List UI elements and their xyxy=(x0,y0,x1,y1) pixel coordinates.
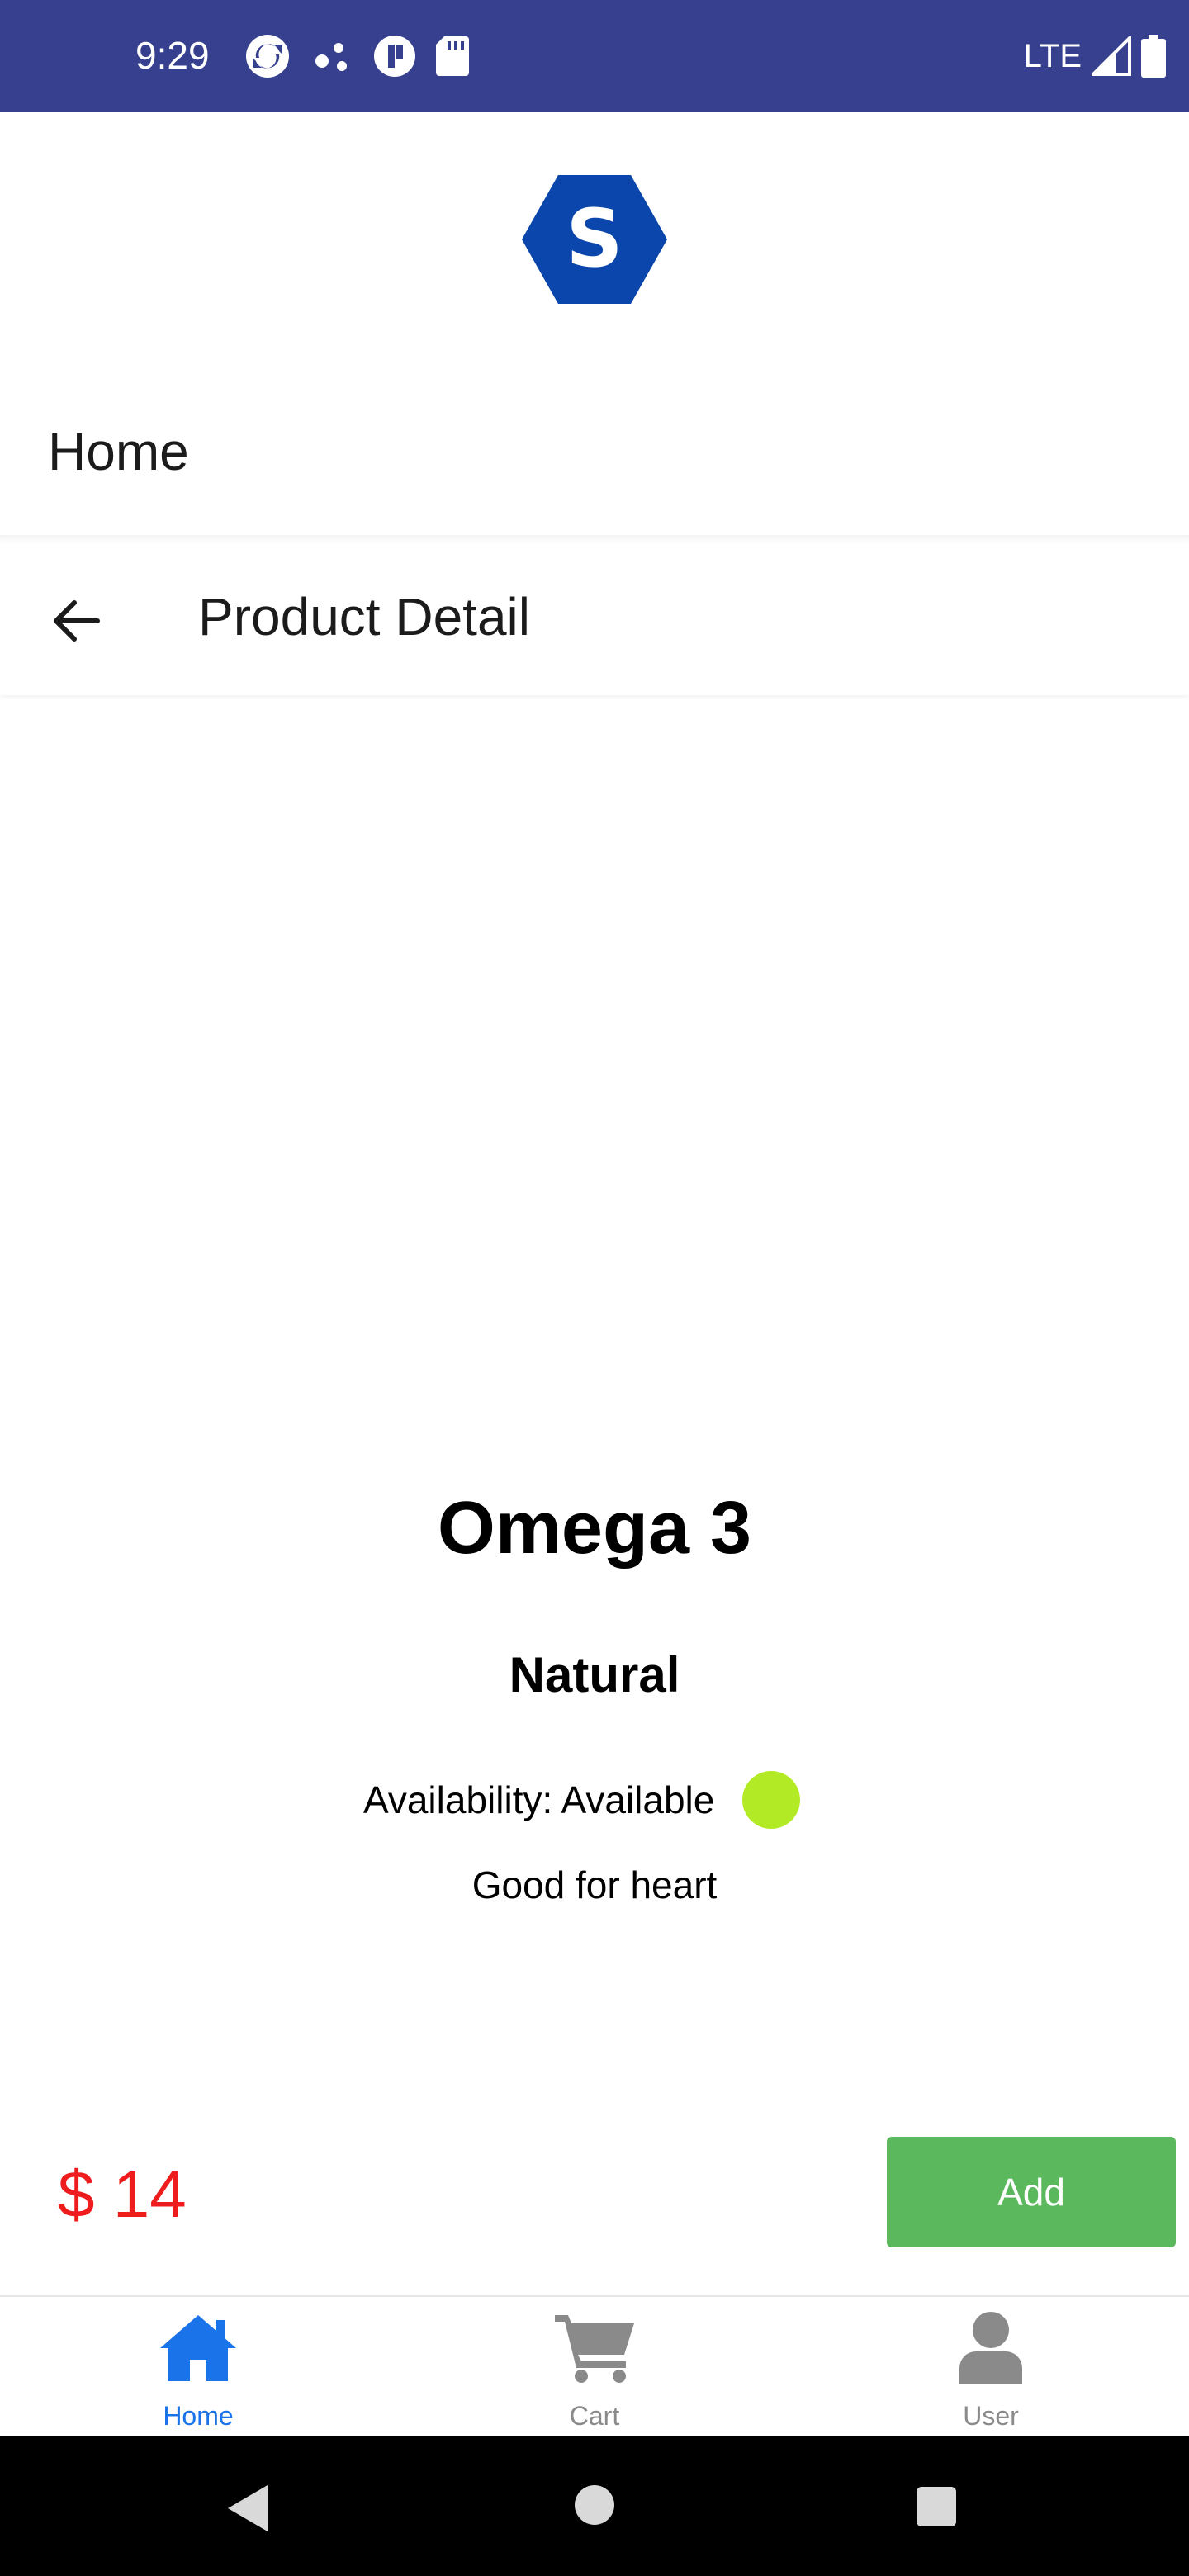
navbar-title: Product Detail xyxy=(198,587,530,646)
bottom-tab-bar: Home Cart User xyxy=(0,2295,1189,2437)
status-notification-icons xyxy=(244,33,469,79)
battery-icon xyxy=(1141,35,1166,78)
availability-status-dot xyxy=(742,1771,801,1829)
recents-square-icon[interactable] xyxy=(917,2487,956,2526)
network-type: LTE xyxy=(1023,37,1082,74)
back-button[interactable] xyxy=(46,590,109,652)
product-description: Good for heart xyxy=(471,1863,718,1906)
cart-icon xyxy=(555,2315,634,2383)
product-price: $ 14 xyxy=(58,2157,187,2231)
logo-letter: S xyxy=(566,192,623,285)
home-circle-icon[interactable] xyxy=(575,2485,614,2525)
tab-cart-label: Cart xyxy=(569,2401,620,2431)
status-system-icons: LTE xyxy=(1024,30,1166,83)
hexagon-s-logo-icon: S xyxy=(522,175,667,304)
product-detail-navbar: Product Detail xyxy=(0,543,1189,695)
tab-user[interactable]: User xyxy=(900,2310,1082,2434)
status-time: 9:29 xyxy=(135,34,210,77)
product-name: Omega 3 xyxy=(437,1487,752,1570)
page-title: Home xyxy=(48,422,189,481)
status-bar: 9:29 LTE xyxy=(0,0,1189,112)
back-triangle-icon[interactable] xyxy=(225,2482,271,2535)
product-category: Natural xyxy=(509,1647,680,1702)
tab-user-label: User xyxy=(963,2401,1019,2431)
sync-icon xyxy=(246,35,289,78)
availability-row: Availability: Available xyxy=(363,1770,801,1830)
add-to-cart-button[interactable]: Add xyxy=(887,2137,1176,2247)
home-icon xyxy=(160,2315,236,2381)
system-navigation-bar xyxy=(0,2436,1189,2576)
tab-cart[interactable]: Cart xyxy=(504,2310,685,2434)
sd-card-icon xyxy=(436,36,469,76)
user-icon xyxy=(959,2312,1022,2384)
tab-home-label: Home xyxy=(163,2401,234,2431)
header-divider xyxy=(0,535,1189,543)
tab-home[interactable]: Home xyxy=(107,2310,289,2434)
settings-dots-icon xyxy=(315,43,347,71)
availability-text: Availability: Available xyxy=(363,1778,715,1821)
arrow-left-icon xyxy=(54,600,100,642)
signal-icon xyxy=(1092,36,1131,76)
app-badge-icon xyxy=(374,36,415,77)
app-logo: S xyxy=(522,175,667,304)
